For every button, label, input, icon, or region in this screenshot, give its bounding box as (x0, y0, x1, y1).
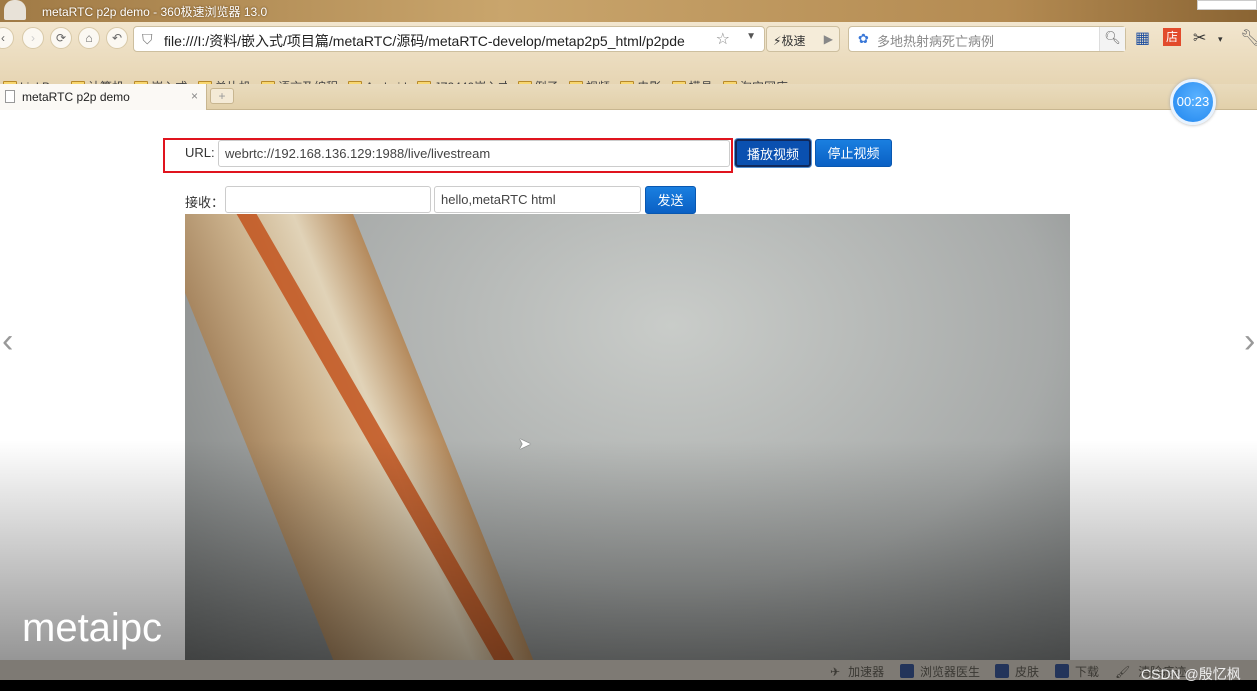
apps-icon[interactable]: ▦ (1135, 28, 1150, 48)
tab-label: metaRTC p2p demo (22, 90, 130, 104)
status-bar: ✈ 加速器 浏览器医生 皮肤 下载 🖌︎ 清除痕迹 (0, 660, 1257, 680)
scissors-icon[interactable]: ✂ (1193, 28, 1206, 48)
page-icon (5, 90, 15, 103)
shirt-icon (995, 664, 1009, 678)
url-input[interactable]: webrtc://192.168.136.129:1988/live/lives… (218, 140, 730, 167)
search-icon[interactable]: 🔍︎ (1099, 27, 1125, 51)
address-bar[interactable]: ⛉ file:///I:/资料/嵌入式/项目篇/metaRTC/源码/metaR… (133, 26, 765, 52)
home-icon[interactable]: ⌂ (78, 27, 100, 49)
video-player[interactable] (185, 214, 1070, 660)
url-label: URL: (185, 145, 215, 160)
rocket-icon: ✈ (830, 665, 841, 679)
chevron-down-icon[interactable]: ▼ (746, 31, 756, 42)
search-placeholder: 多地热射病死亡病例 (877, 34, 995, 49)
refresh-icon[interactable]: ⟳ (50, 27, 72, 49)
next-arrow-icon[interactable]: › (1244, 322, 1255, 361)
search-input[interactable]: ✿ 多地热射病死亡病例 🔍︎ (848, 26, 1126, 52)
medkit-icon (900, 664, 914, 678)
browser-toolbar: ‹ › ⟳ ⌂ ↶ ⛉ file:///I:/资料/嵌入式/项目篇/metaRT… (0, 22, 1257, 94)
shield-icon: ⛉ (142, 31, 153, 47)
receive-label: 接收： (185, 195, 225, 210)
skin-item[interactable]: 皮肤 (995, 663, 1039, 680)
window-title: metaRTC p2p demo - 360极速浏览器 13.0 (42, 5, 268, 19)
play-icon[interactable]: ▶ (824, 32, 833, 46)
send-button[interactable]: 发送 (645, 186, 696, 214)
accelerator-item[interactable]: ✈ 加速器 (830, 663, 884, 680)
mouse-cursor-icon: ➤ (518, 436, 532, 453)
prev-arrow-icon[interactable]: ‹ (2, 322, 13, 361)
download-item[interactable]: 下载 (1055, 663, 1099, 680)
receive-input[interactable] (225, 186, 431, 213)
status-label: 下载 (1075, 665, 1100, 679)
message-input[interactable]: hello,metaRTC html (434, 186, 641, 213)
address-text: file:///I:/资料/嵌入式/项目篇/metaRTC/源码/metaRTC… (164, 33, 685, 49)
back-button[interactable]: ‹ (0, 27, 14, 49)
broom-icon: 🖌︎ (1115, 665, 1131, 679)
close-icon[interactable]: × (191, 89, 198, 103)
speed-mode-label: 极速 (781, 34, 806, 48)
status-label: 浏览器医生 (920, 665, 981, 679)
status-label: 皮肤 (1015, 665, 1040, 679)
bottom-bar (0, 680, 1257, 691)
browser-doctor-item[interactable]: 浏览器医生 (900, 663, 980, 680)
speed-mode-button[interactable]: ⚡极速 ▶ (766, 26, 840, 52)
status-label: 加速器 (848, 665, 885, 679)
window-controls[interactable] (1197, 0, 1257, 10)
csdn-watermark: CSDN @殷忆枫 (1141, 666, 1241, 682)
play-video-button[interactable]: 播放视频 (735, 139, 811, 167)
recording-timer[interactable]: 00:23 (1170, 79, 1216, 125)
tab-bar: metaRTC p2p demo × + (0, 84, 1257, 110)
stop-video-button[interactable]: 停止视频 (815, 139, 892, 167)
user-avatar-icon[interactable] (4, 0, 26, 20)
download-icon (1055, 664, 1069, 678)
shop-icon[interactable]: 店 (1163, 28, 1181, 46)
chevron-down-icon[interactable]: ▾ (1218, 34, 1223, 45)
wrench-icon[interactable]: 🔧︎ (1240, 28, 1257, 48)
window-titlebar: metaRTC p2p demo - 360极速浏览器 13.0 (0, 0, 1257, 22)
tab-metartc-demo[interactable]: metaRTC p2p demo × (0, 84, 207, 110)
undo-icon[interactable]: ↶ (106, 27, 128, 49)
watermark-text: metaipc (22, 606, 163, 650)
forward-button[interactable]: › (22, 27, 44, 49)
new-tab-button[interactable]: + (210, 88, 234, 104)
baidu-paw-icon: ✿ (858, 31, 869, 46)
bookmark-star-icon[interactable]: ☆ (716, 29, 730, 49)
